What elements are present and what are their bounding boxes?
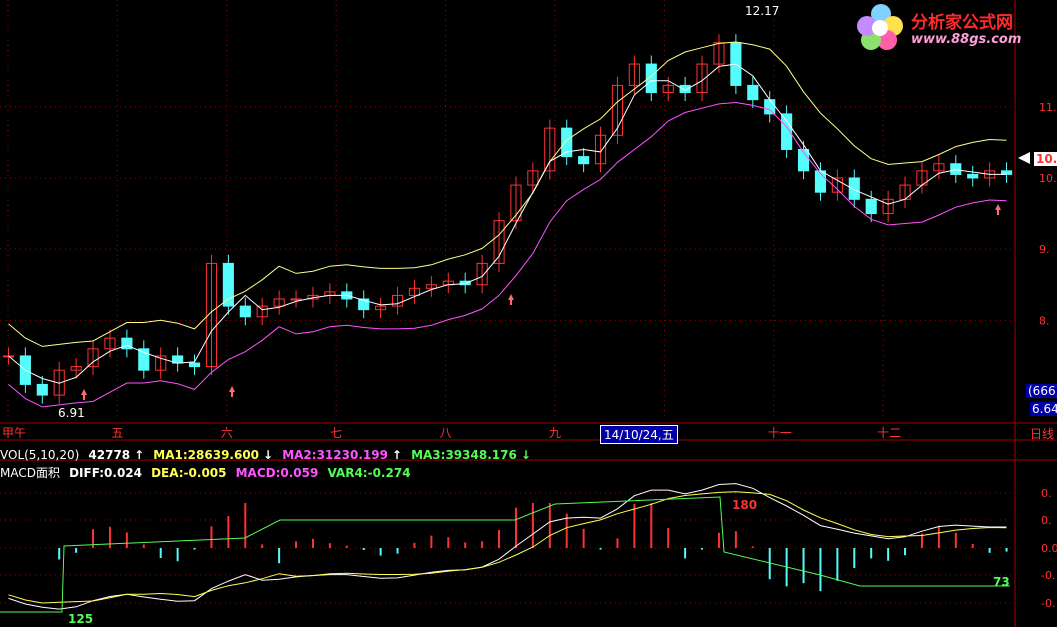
x-tick-label: 八	[440, 426, 452, 440]
buy-arrow-icon	[995, 204, 1001, 215]
macd-indicator-row: MACD面积 DIFF:0.024 DEA:-0.005 MACD:0.059 …	[0, 462, 415, 480]
candle-body	[764, 99, 776, 115]
high-price-label: 12.17	[745, 4, 780, 18]
macd-tick-label: 0.0	[1041, 542, 1057, 555]
x-tick-label: 十二	[877, 426, 901, 440]
macd-dea: DEA:-0.005	[151, 466, 227, 480]
candle-body	[865, 198, 877, 215]
price-tick-label: 9.	[1039, 243, 1050, 256]
period-label: 日线	[1030, 427, 1055, 441]
date-box: 14/10/24,五	[600, 425, 678, 444]
x-tick-label: 七	[330, 426, 342, 440]
vol-indicator-row: VOL(5,10,20) 42778 ↑ MA1:28639.600 ↓ MA2:3…	[0, 448, 531, 462]
candle-body	[848, 177, 860, 200]
macd-tick-label: -0.	[1041, 569, 1055, 582]
macd-label-125: 125	[68, 612, 94, 626]
macd-tick-label: -0.	[1041, 597, 1055, 610]
axes: 11.10.9.8.甲午五六七八九十十一十二0.0.0.0-0.-0.	[0, 0, 1057, 627]
vol-ma1: MA1:28639.600	[153, 448, 260, 462]
candle-body	[950, 163, 962, 175]
macd-tick-label: 0.	[1041, 487, 1052, 500]
price-layer	[2, 34, 1013, 408]
candle-body	[679, 84, 691, 94]
candle-body	[967, 173, 979, 179]
low-price-label: 6.91	[58, 406, 85, 420]
site-logo: 分析家公式网 www.88gs.com	[855, 2, 1055, 52]
price-tick-label: 10.	[1039, 172, 1057, 185]
candle-body	[290, 298, 302, 301]
macd-value: MACD:0.059	[235, 466, 319, 480]
vol-prefix: VOL(5,10,20)	[0, 448, 80, 462]
chart-scene: 11.10.9.8.甲午五六七八九十十一十二0.0.0.0-0.-0.	[0, 0, 1057, 627]
x-tick-label: 十一	[768, 426, 792, 440]
buy-arrow-icon	[508, 294, 514, 305]
logo-url: www.88gs.com	[911, 32, 1022, 47]
vol-value: 42778	[88, 448, 131, 462]
dea-line	[8, 491, 1007, 604]
diff-line	[8, 483, 1007, 610]
mid-band-line	[8, 63, 1007, 384]
candle-body	[36, 383, 48, 396]
buy-arrow-icon	[81, 389, 87, 400]
price-pointer-icon	[1018, 152, 1030, 164]
buy-arrow-icon	[229, 386, 235, 397]
macd-tick-label: 0.	[1041, 514, 1052, 527]
grid	[0, 0, 1015, 604]
flower-icon	[857, 4, 903, 50]
x-tick-label: 九	[549, 426, 561, 440]
macd-var4: VAR4:-0.274	[327, 466, 411, 480]
macd-diff: DIFF:0.024	[69, 466, 142, 480]
price-tick-label: 8.	[1039, 314, 1050, 327]
candle-body	[222, 262, 234, 307]
x-tick-label: 五	[111, 426, 123, 440]
candle-body	[188, 362, 201, 368]
x-tick-label: 甲午	[2, 426, 26, 440]
right-box-count: (666)	[1026, 384, 1057, 398]
macd-prefix: MACD面积	[0, 466, 60, 480]
x-tick-label: 六	[221, 426, 233, 440]
right-box-value: 6.64	[1030, 402, 1057, 416]
macd-label-73: 73	[993, 575, 1010, 589]
vol-ma3: MA3:39348.176	[411, 448, 517, 462]
candle-body	[747, 84, 759, 101]
candle-body	[578, 156, 590, 165]
price-tick-label: 11.	[1039, 101, 1057, 114]
logo-title: 分析家公式网	[911, 13, 1013, 33]
vol-ma2: MA2:31230.199	[282, 448, 388, 462]
macd-label-180: 180	[732, 498, 758, 512]
candle-body	[239, 305, 251, 318]
current-price-tag: 10.1	[1034, 152, 1057, 166]
candle-body	[1000, 170, 1013, 175]
